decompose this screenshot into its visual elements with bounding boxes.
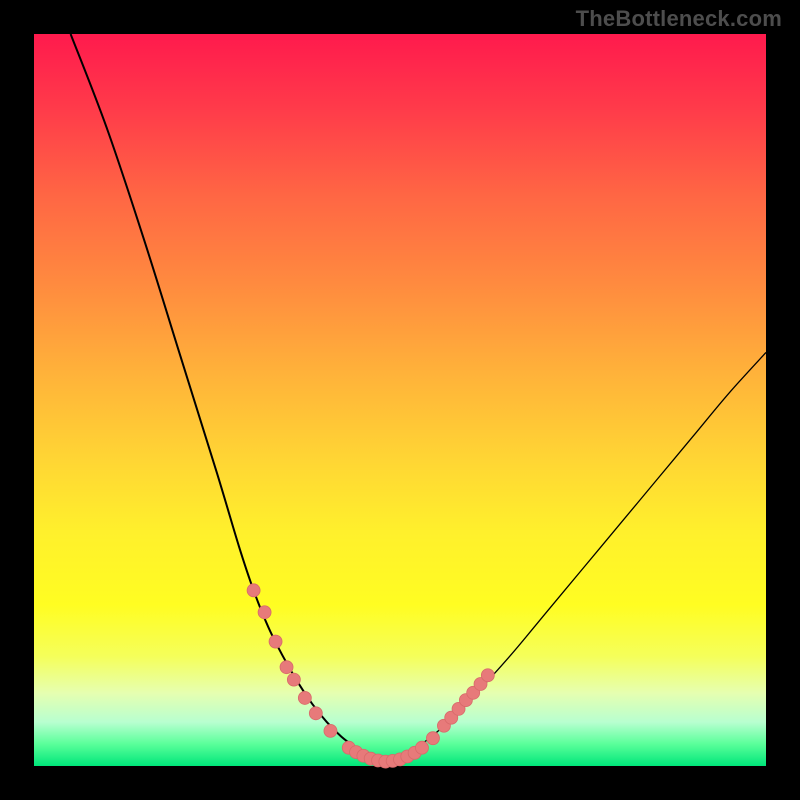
chart-dot: [426, 732, 439, 745]
chart-dot: [324, 724, 337, 737]
chart-dot: [258, 606, 271, 619]
chart-dot: [481, 669, 494, 682]
watermark-text: TheBottleneck.com: [576, 6, 782, 32]
chart-dot: [269, 635, 282, 648]
chart-dots-group: [247, 584, 494, 768]
chart-dot: [280, 661, 293, 674]
curve-left: [71, 34, 386, 762]
chart-plot-area: [34, 34, 766, 766]
chart-svg: [34, 34, 766, 766]
chart-dot: [298, 691, 311, 704]
chart-dot: [309, 707, 322, 720]
chart-frame: TheBottleneck.com: [0, 0, 800, 800]
chart-dot: [415, 741, 428, 754]
chart-dot: [287, 673, 300, 686]
curve-right: [385, 352, 766, 761]
chart-dot: [247, 584, 260, 597]
